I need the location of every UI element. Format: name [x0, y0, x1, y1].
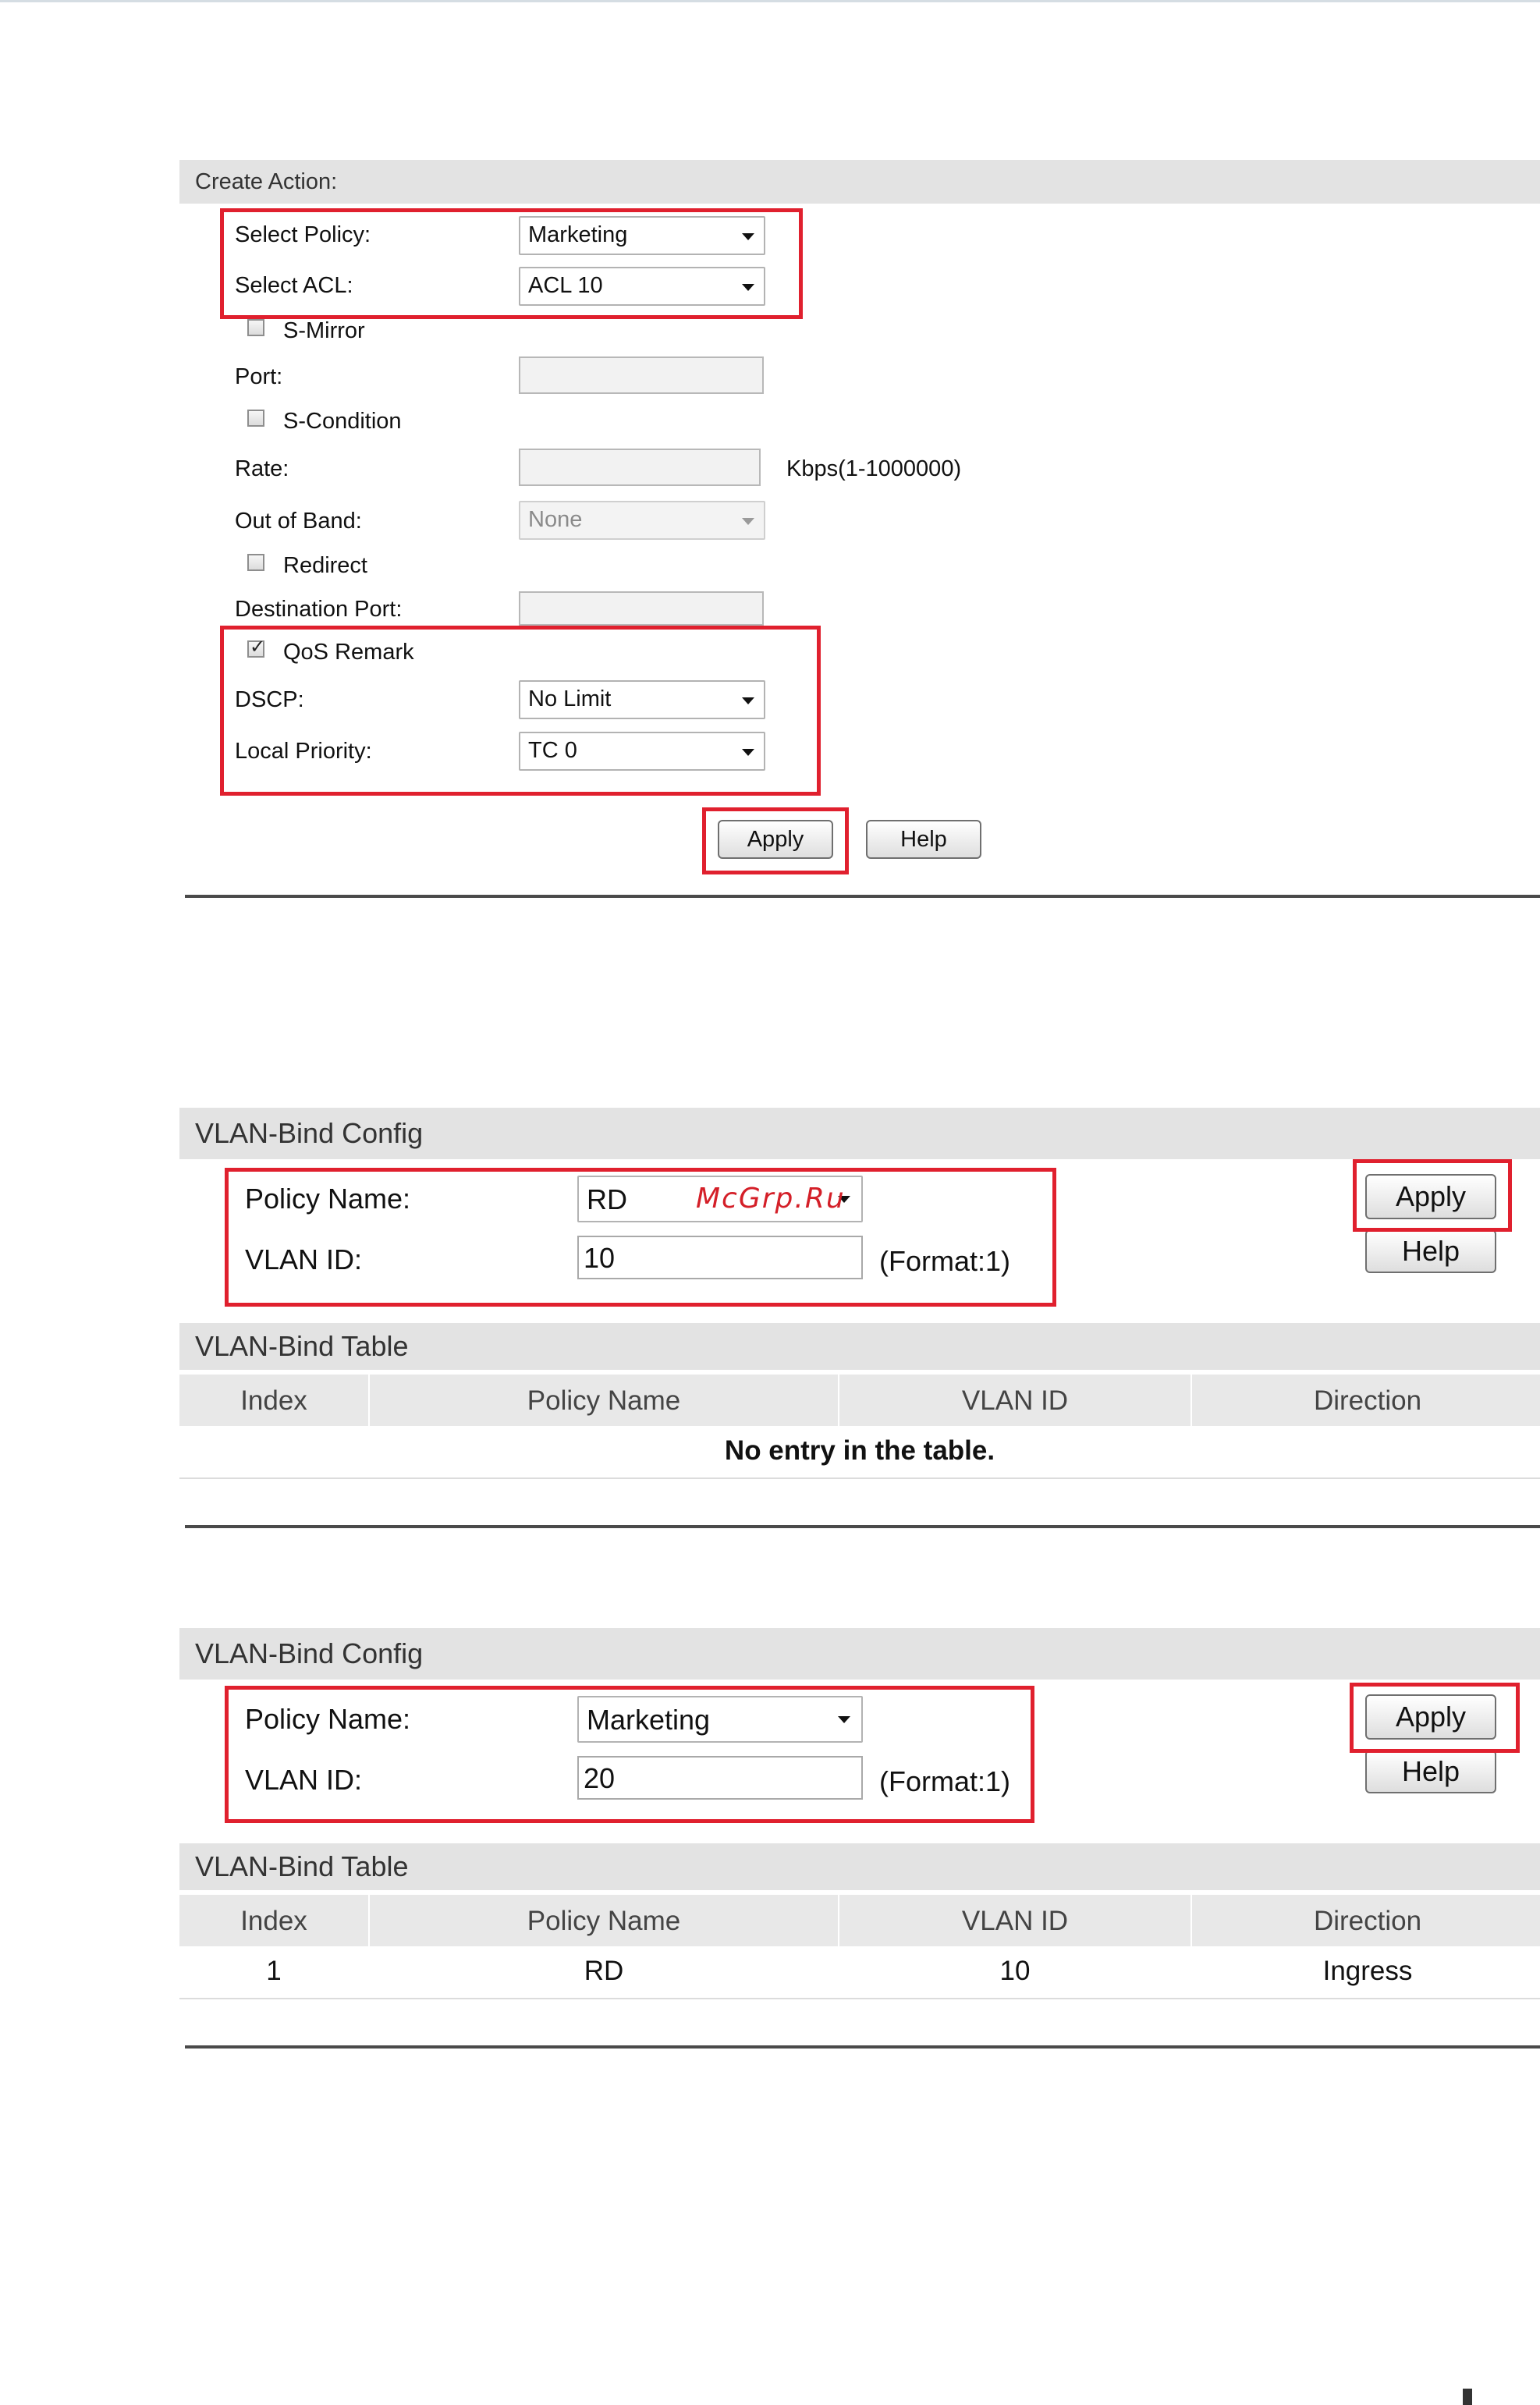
- vlan-bind-config-panel-1: VLAN-Bind Config Policy Name: RD McGrp.R…: [179, 1108, 1540, 1529]
- create-action-panel: Create Action: Select Policy: Marketing …: [179, 160, 1540, 901]
- top-border: [0, 0, 1540, 2]
- table-row[interactable]: 1 RD 10 Ingress: [179, 1946, 1540, 1999]
- cell-index: 1: [266, 1956, 282, 1986]
- redirect-checkbox[interactable]: [247, 554, 264, 571]
- section-divider: [185, 895, 1540, 898]
- out-of-band-value: None: [528, 507, 583, 532]
- column-vlan-id: VLAN ID: [961, 1385, 1069, 1416]
- table-header-row: Index Policy Name VLAN ID Direction: [179, 1895, 1540, 1946]
- destination-port-label: Destination Port:: [235, 597, 403, 622]
- highlight-apply: [1353, 1159, 1512, 1232]
- column-vlan-id: VLAN ID: [961, 1906, 1069, 1936]
- highlight-policy-acl: [220, 208, 803, 319]
- vlan-bind-table: Index Policy Name VLAN ID Direction No e…: [179, 1375, 1540, 1479]
- page-corner-mark: [1463, 2389, 1472, 2405]
- help-button[interactable]: Help: [866, 820, 981, 859]
- help-button[interactable]: Help: [1365, 1229, 1496, 1273]
- cell-direction: Ingress: [1322, 1956, 1413, 1986]
- empty-row: No entry in the table.: [179, 1426, 1540, 1479]
- help-button-label: Help: [1401, 1235, 1460, 1267]
- column-index: Index: [240, 1385, 307, 1416]
- s-condition-label: S-Condition: [283, 409, 402, 434]
- help-button-label: Help: [900, 827, 947, 852]
- empty-table-message: No entry in the table.: [724, 1435, 995, 1466]
- section-divider: [185, 2045, 1540, 2049]
- create-action-header: Create Action:: [179, 160, 1540, 204]
- vlan-bind-config-header: VLAN-Bind Config: [179, 1108, 1540, 1159]
- vlan-bind-config-header: VLAN-Bind Config: [179, 1628, 1540, 1680]
- create-action-title: Create Action:: [195, 169, 338, 194]
- vlan-bind-table-header: VLAN-Bind Table: [179, 1843, 1540, 1890]
- s-condition-checkbox[interactable]: [247, 410, 264, 427]
- s-mirror-label: S-Mirror: [283, 318, 365, 343]
- chevron-down-icon: [742, 518, 754, 525]
- destination-port-input[interactable]: [519, 591, 764, 626]
- highlight-apply: [702, 807, 849, 874]
- vlan-bind-table-title: VLAN-Bind Table: [195, 1330, 409, 1362]
- vlan-bind-table-header: VLAN-Bind Table: [179, 1323, 1540, 1370]
- highlight-apply: [1350, 1683, 1520, 1753]
- section-divider: [185, 1525, 1540, 1528]
- table-header-row: Index Policy Name VLAN ID Direction: [179, 1375, 1540, 1426]
- vlan-bind-config-panel-2: VLAN-Bind Config Policy Name: Marketing …: [179, 1628, 1540, 2049]
- s-mirror-checkbox[interactable]: [247, 319, 264, 336]
- rate-input[interactable]: [519, 449, 761, 486]
- out-of-band-dropdown[interactable]: None: [519, 501, 765, 540]
- highlight-config: [225, 1168, 1056, 1307]
- help-button[interactable]: Help: [1365, 1750, 1496, 1793]
- port-input[interactable]: [519, 356, 764, 394]
- highlight-config: [225, 1686, 1034, 1823]
- cell-policy-name: RD: [584, 1956, 624, 1986]
- column-direction: Direction: [1313, 1385, 1422, 1416]
- vlan-bind-table: Index Policy Name VLAN ID Direction 1 RD…: [179, 1895, 1540, 1999]
- column-index: Index: [240, 1906, 307, 1936]
- help-button-label: Help: [1401, 1755, 1460, 1787]
- column-policy-name: Policy Name: [527, 1385, 681, 1416]
- cell-vlan-id: 10: [999, 1956, 1031, 1986]
- rate-hint: Kbps(1-1000000): [786, 456, 962, 481]
- vlan-bind-table-title: VLAN-Bind Table: [195, 1850, 409, 1882]
- out-of-band-label: Out of Band:: [235, 509, 362, 534]
- vlan-bind-config-title: VLAN-Bind Config: [195, 1637, 424, 1669]
- column-direction: Direction: [1313, 1906, 1422, 1936]
- highlight-qos-remark: [220, 626, 821, 796]
- rate-label: Rate:: [235, 456, 289, 481]
- redirect-label: Redirect: [283, 553, 367, 578]
- column-policy-name: Policy Name: [527, 1906, 681, 1936]
- vlan-bind-config-title: VLAN-Bind Config: [195, 1117, 424, 1149]
- port-label: Port:: [235, 364, 283, 389]
